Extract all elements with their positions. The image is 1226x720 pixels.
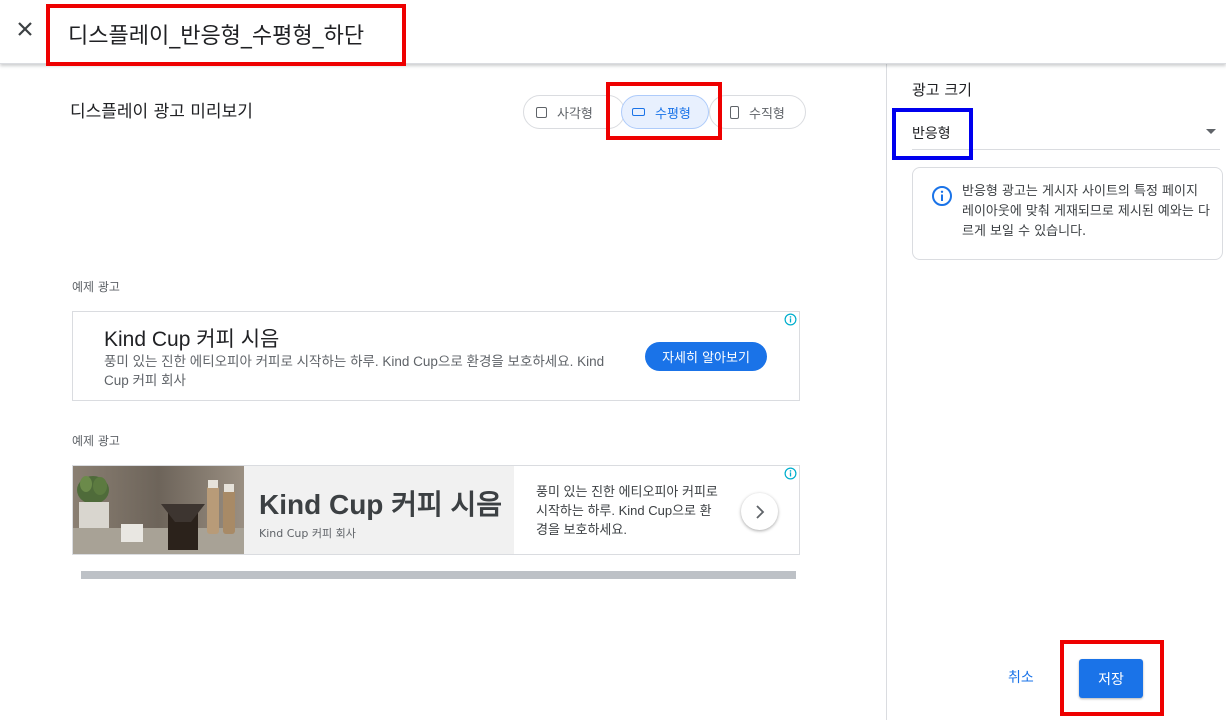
ad-next-button[interactable]	[741, 493, 778, 530]
chevron-right-icon	[755, 504, 764, 519]
learn-more-button[interactable]: 자세히 알아보기	[645, 342, 767, 371]
save-button[interactable]: 저장	[1079, 659, 1143, 698]
toggle-square[interactable]: 사각형	[523, 95, 625, 129]
horizontal-rectangle-icon	[632, 108, 645, 116]
ad-headline: Kind Cup 커피 시음	[259, 489, 503, 520]
ad-description: 풍미 있는 진한 에티오피아 커피로 시작하는 하루. Kind Cup으로 환…	[536, 484, 718, 537]
ad-size-label: 광고 크기	[912, 81, 972, 99]
ad-size-value: 반응형	[912, 126, 951, 142]
ad-headline-panel: Kind Cup 커피 시음 Kind Cup 커피 회사	[244, 466, 514, 554]
page-title: 디스플레이_반응형_수평형_하단	[68, 24, 365, 49]
square-icon	[536, 106, 547, 118]
ad-size-select[interactable]: 반응형	[912, 114, 1220, 150]
preview-title: 디스플레이 광고 미리보기	[70, 102, 253, 122]
dropdown-arrow-icon	[1206, 129, 1216, 134]
adchoices-info-icon[interactable]	[784, 467, 797, 480]
toggle-vertical-label: 수직형	[749, 106, 785, 122]
adchoices-info-icon[interactable]	[784, 313, 797, 326]
cancel-button[interactable]: 취소	[1008, 667, 1034, 687]
info-icon	[932, 186, 952, 206]
ad-headline: Kind Cup 커피 시음	[104, 328, 280, 351]
info-text: 반응형 광고는 게시자 사이트의 특정 페이지 레이아웃에 맞춰 게재되므로 제…	[962, 184, 1210, 239]
vertical-rectangle-icon	[730, 105, 739, 119]
ad-company: Kind Cup 커피 회사	[259, 527, 356, 540]
sample-ad-label: 예제 광고	[72, 280, 120, 294]
close-button[interactable]	[11, 15, 39, 43]
sample-ad-text[interactable]: Kind Cup 커피 시음 풍미 있는 진한 에티오피아 커피로 시작하는 하…	[72, 311, 800, 401]
responsive-info-card: 반응형 광고는 게시자 사이트의 특정 페이지 레이아웃에 맞춰 게재되므로 제…	[912, 167, 1223, 260]
toggle-square-label: 사각형	[557, 106, 593, 122]
toggle-horizontal-label: 수평형	[655, 106, 691, 122]
toggle-vertical[interactable]: 수직형	[709, 95, 806, 129]
app-header: 디스플레이_반응형_수평형_하단	[0, 0, 1226, 64]
ad-product-image	[73, 466, 244, 554]
close-icon	[18, 22, 32, 36]
toggle-horizontal[interactable]: 수평형	[621, 95, 709, 129]
sample-ad-image[interactable]: Kind Cup 커피 시음 Kind Cup 커피 회사 풍미 있는 진한 에…	[72, 465, 800, 555]
ad-description: 풍미 있는 진한 에티오피아 커피로 시작하는 하루. Kind Cup으로 환…	[104, 354, 605, 388]
horizontal-scrollbar[interactable]	[81, 571, 796, 579]
settings-panel: 광고 크기 반응형 반응형 광고는 게시자 사이트의 특정 페이지 레이아웃에 …	[886, 64, 1226, 720]
sample-ad-label: 예제 광고	[72, 434, 120, 448]
